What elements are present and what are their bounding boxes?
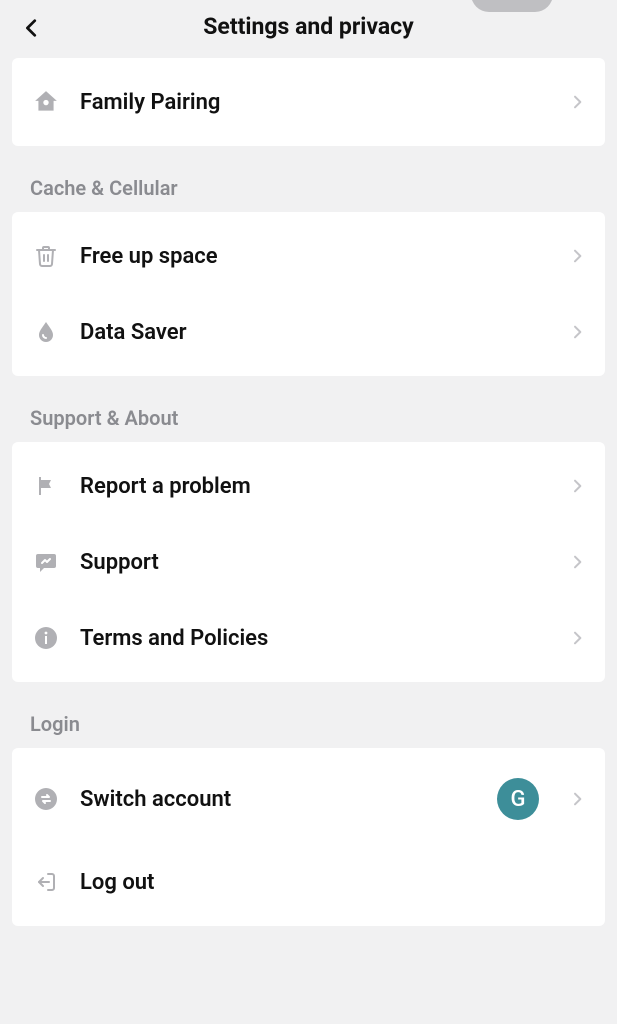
chevron-right-icon bbox=[569, 478, 585, 494]
header-pill-decoration bbox=[471, 0, 553, 12]
header-bar: Settings and privacy bbox=[0, 0, 617, 52]
row-family-pairing[interactable]: Family Pairing bbox=[12, 64, 605, 140]
row-label: Data Saver bbox=[80, 320, 549, 345]
card-support: Report a problem Support Terms and Polic… bbox=[12, 442, 605, 682]
section-header-support: Support & About bbox=[0, 376, 617, 442]
row-label: Log out bbox=[80, 870, 585, 895]
row-label: Switch account bbox=[80, 787, 477, 812]
row-support[interactable]: Support bbox=[12, 524, 605, 600]
row-data-saver[interactable]: Data Saver bbox=[12, 294, 605, 370]
chevron-right-icon bbox=[569, 248, 585, 264]
row-free-up-space[interactable]: Free up space bbox=[12, 218, 605, 294]
back-button[interactable] bbox=[14, 10, 50, 46]
row-label: Free up space bbox=[80, 244, 549, 269]
droplet-icon bbox=[32, 318, 60, 346]
card-top: Family Pairing bbox=[12, 58, 605, 146]
row-terms-policies[interactable]: Terms and Policies bbox=[12, 600, 605, 676]
section-header-cache: Cache & Cellular bbox=[0, 146, 617, 212]
chevron-left-icon bbox=[21, 17, 43, 39]
home-icon bbox=[32, 88, 60, 116]
logout-icon bbox=[32, 868, 60, 896]
row-label: Support bbox=[80, 550, 549, 575]
row-label: Terms and Policies bbox=[80, 626, 549, 651]
account-avatar: G bbox=[497, 778, 539, 820]
swap-icon bbox=[32, 785, 60, 813]
chevron-right-icon bbox=[569, 791, 585, 807]
trash-icon bbox=[32, 242, 60, 270]
card-cache: Free up space Data Saver bbox=[12, 212, 605, 376]
row-label: Family Pairing bbox=[80, 90, 549, 115]
chevron-right-icon bbox=[569, 630, 585, 646]
row-log-out[interactable]: Log out bbox=[12, 844, 605, 920]
chevron-right-icon bbox=[569, 554, 585, 570]
row-label: Report a problem bbox=[80, 474, 549, 499]
page-title: Settings and privacy bbox=[0, 13, 617, 40]
chevron-right-icon bbox=[569, 94, 585, 110]
card-login: Switch account G Log out bbox=[12, 748, 605, 926]
chevron-right-icon bbox=[569, 324, 585, 340]
flag-icon bbox=[32, 472, 60, 500]
row-report-problem[interactable]: Report a problem bbox=[12, 448, 605, 524]
section-header-login: Login bbox=[0, 682, 617, 748]
message-icon bbox=[32, 548, 60, 576]
row-switch-account[interactable]: Switch account G bbox=[12, 754, 605, 844]
info-icon bbox=[32, 624, 60, 652]
